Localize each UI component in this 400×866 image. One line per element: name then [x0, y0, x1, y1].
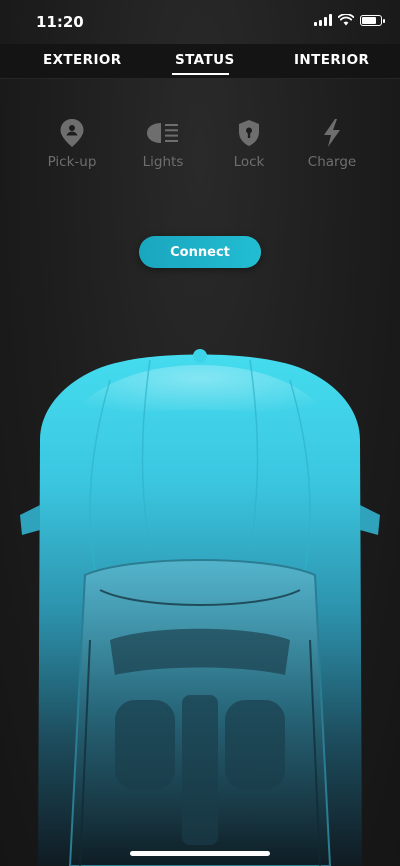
- active-tab-indicator: [172, 73, 229, 75]
- action-lights[interactable]: Lights: [123, 118, 203, 170]
- car-top-view-image: [20, 349, 380, 866]
- action-pickup[interactable]: Pick-up: [32, 118, 112, 170]
- app-screen: 11:20 EXTERIOR STATUS INTERIOR Pick-up L…: [0, 0, 400, 866]
- tab-status[interactable]: STATUS: [175, 52, 235, 68]
- action-charge-label: Charge: [307, 154, 357, 170]
- battery-icon: [360, 14, 385, 26]
- tab-exterior[interactable]: EXTERIOR: [43, 52, 122, 68]
- location-pin-person-icon: [60, 119, 84, 147]
- action-charge[interactable]: Charge: [292, 118, 372, 170]
- home-indicator[interactable]: [130, 851, 270, 856]
- status-icons: [314, 14, 385, 26]
- shield-lock-icon: [239, 120, 259, 146]
- tab-bar: EXTERIOR STATUS INTERIOR: [0, 44, 400, 79]
- action-lock-label: Lock: [233, 154, 265, 170]
- headlight-icon: [147, 123, 178, 143]
- action-lock[interactable]: Lock: [209, 118, 289, 170]
- connect-button[interactable]: Connect: [139, 236, 261, 268]
- status-time: 11:20: [36, 13, 84, 31]
- action-pickup-label: Pick-up: [47, 154, 97, 170]
- tab-interior[interactable]: INTERIOR: [294, 52, 369, 68]
- wifi-icon: [338, 14, 354, 26]
- lightning-bolt-icon: [324, 119, 340, 147]
- action-lights-label: Lights: [142, 154, 184, 170]
- status-bar: 11:20: [0, 0, 400, 44]
- cellular-signal-icon: [314, 14, 332, 26]
